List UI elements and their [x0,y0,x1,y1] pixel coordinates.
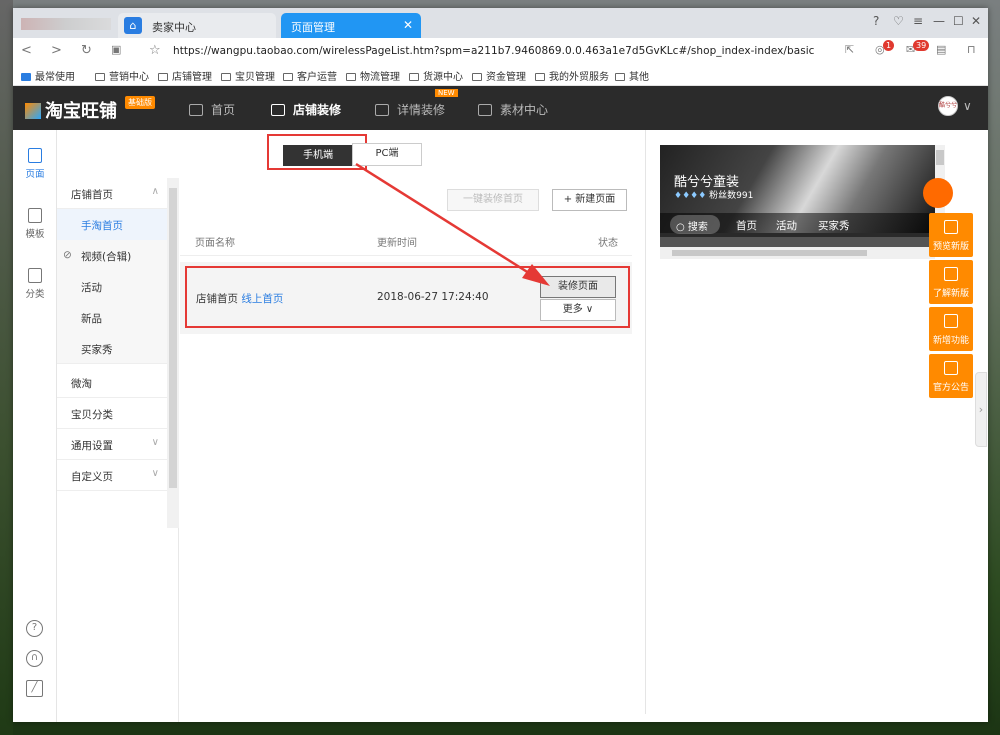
learn-new-button[interactable]: 了解新版 [929,260,973,304]
fans-count: ♦♦♦♦ 粉丝数991 [674,191,754,201]
diamond-icon: ♦♦♦♦ [674,191,707,201]
watermark-url: jingyan.baidu.com [770,690,881,704]
annotation-arrow [355,162,550,286]
preview-new-button[interactable]: 预览新版 [929,213,973,257]
scroll-thumb[interactable] [936,150,944,165]
shop-preview: 酷兮兮童装 ♦♦♦♦ 粉丝数991 ○ 搜索 首页 活动 买家秀 [660,145,935,257]
preview-nav-home[interactable]: 首页 [736,218,757,233]
preview-search[interactable]: ○ 搜索 [670,215,720,234]
notice-icon [944,361,958,375]
new-feature-button[interactable]: 新增功能 [929,307,973,351]
preview-h-scrollbar[interactable] [660,247,935,259]
qr-icon [944,220,958,234]
panel-divider [645,130,646,714]
preview-nav-buyer-show[interactable]: 买家秀 [818,218,850,233]
announcement-button[interactable]: 官方公告 [929,354,973,398]
preview-nav-activity[interactable]: 活动 [776,218,797,233]
preview-nav: ○ 搜索 首页 活动 买家秀 [660,213,935,237]
side-expand-handle[interactable]: › [975,372,987,447]
doc-icon [944,314,958,328]
mascot-icon[interactable] [923,178,953,208]
search-icon: ○ [676,222,685,233]
scroll-thumb[interactable] [672,250,867,256]
new-icon [944,267,958,281]
